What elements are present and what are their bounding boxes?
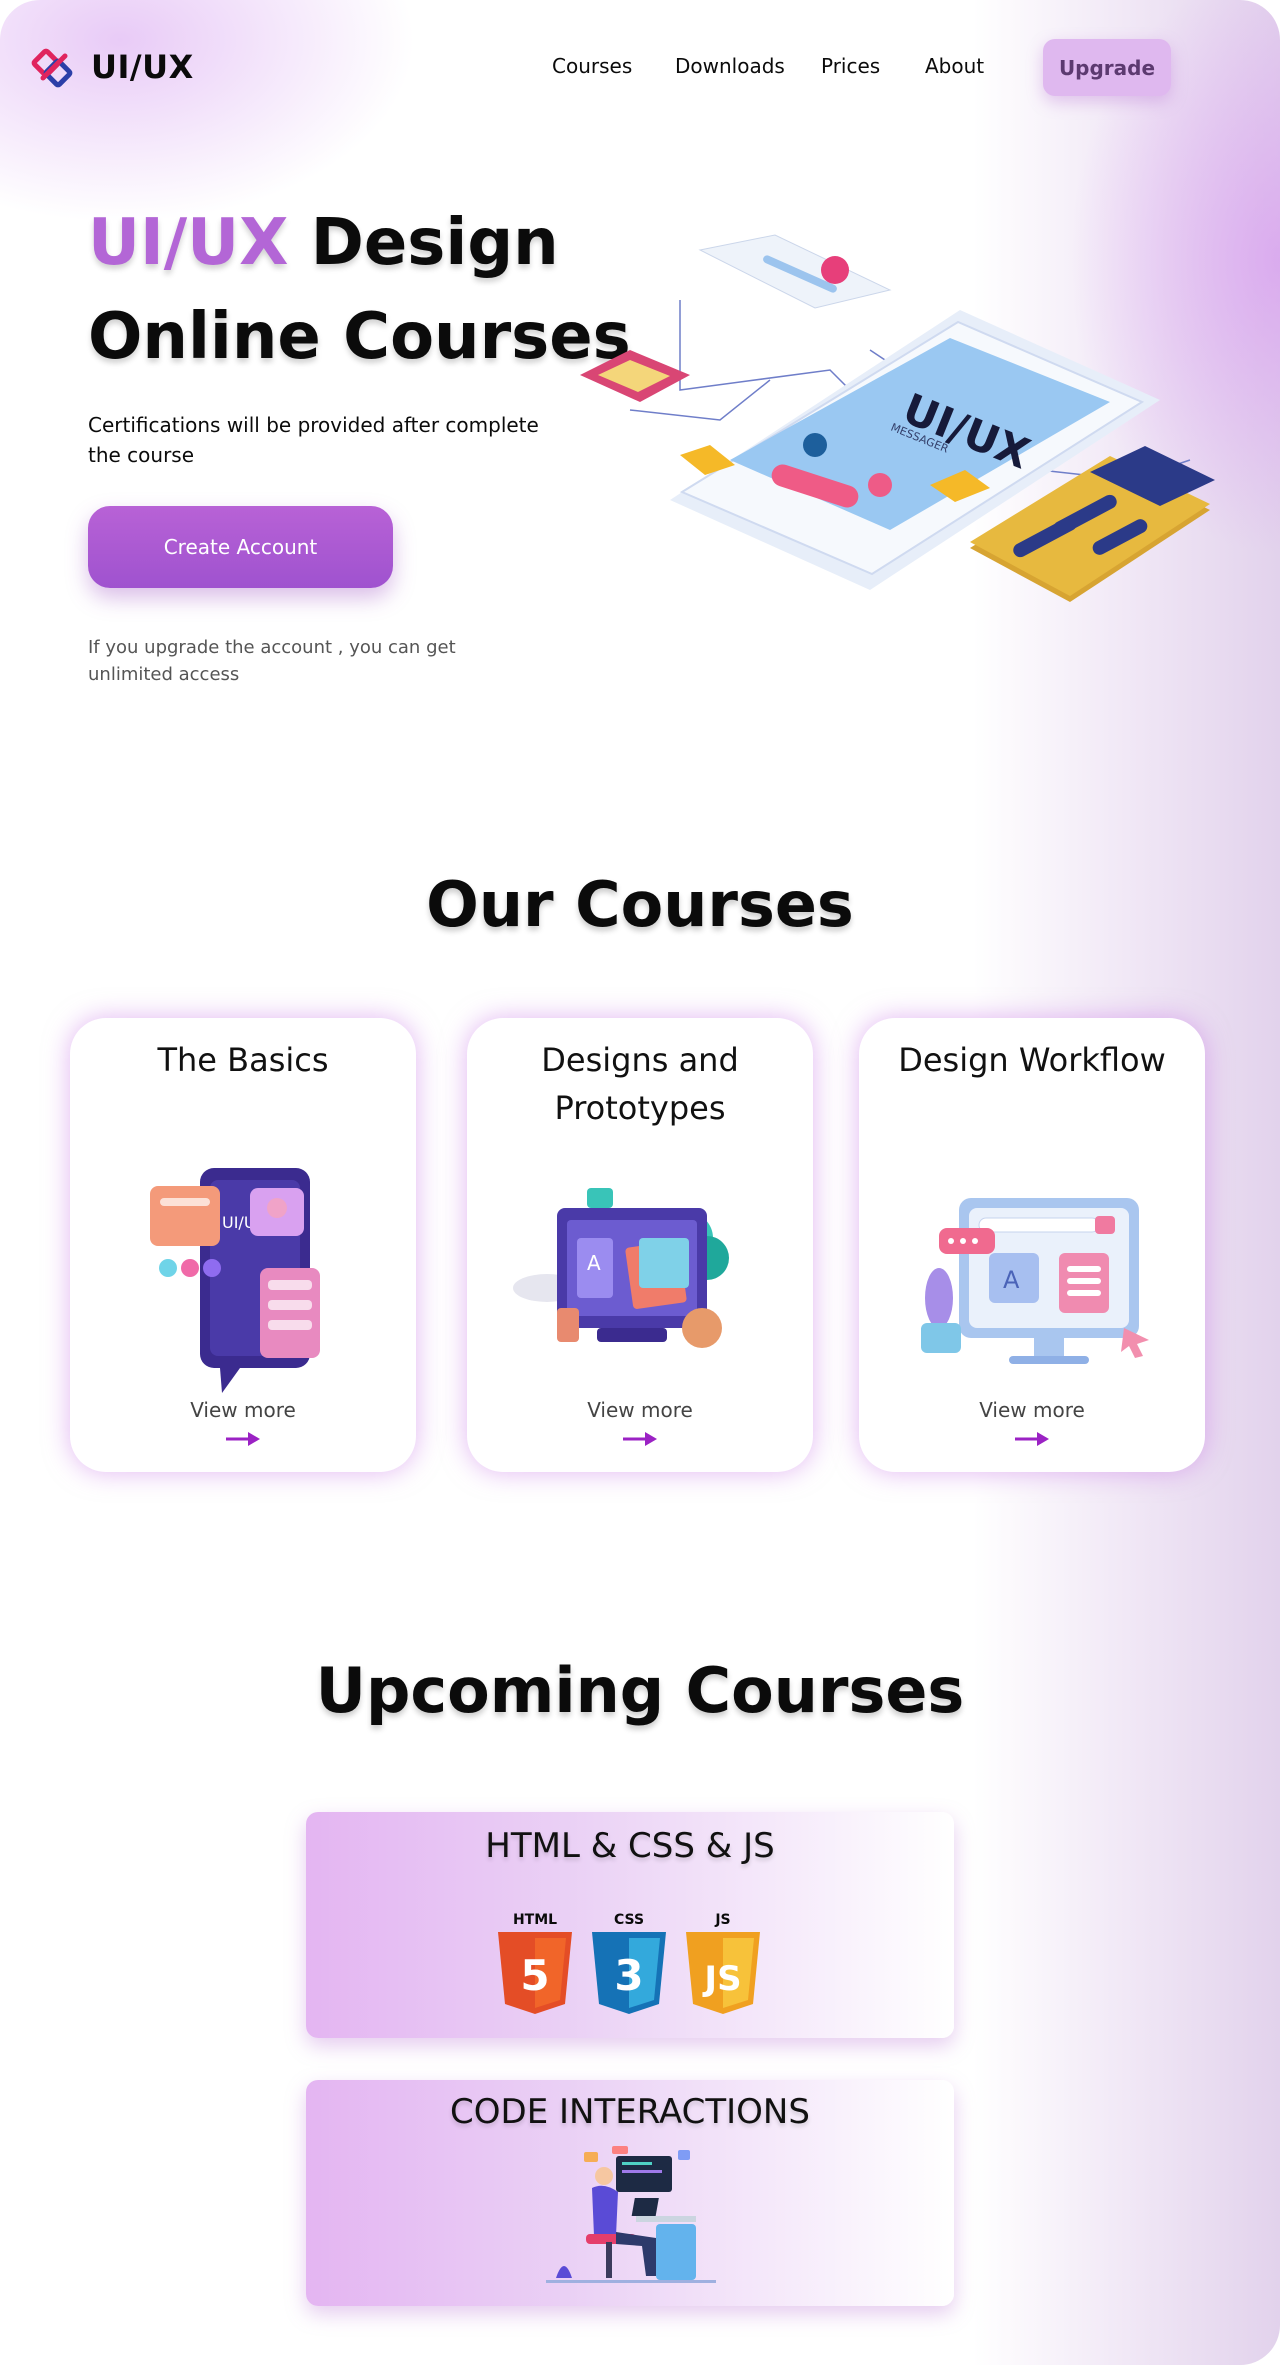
basics-illustration: UI/UX [150, 1168, 320, 1393]
create-account-button[interactable]: Create Account [88, 506, 393, 588]
course-card-basics[interactable]: The Basics UI/UX View more [70, 1018, 416, 1488]
upcoming-card-interactions[interactable]: CODE INTERACTIONS [306, 2080, 954, 2306]
hero-title-rest: Design [288, 206, 559, 280]
view-more-link[interactable]: View more [859, 1398, 1205, 1422]
js-label: JS [715, 1912, 731, 1928]
courses-heading: Our Courses [426, 868, 854, 941]
svg-text:JS: JS [702, 1959, 741, 1999]
svg-text:5: 5 [520, 1951, 549, 2000]
js-badge: JS JS [686, 1912, 760, 2018]
course-card-workflow[interactable]: Design Workflow A View more [859, 1018, 1205, 1488]
css-badge: CSS 3 [592, 1912, 666, 2018]
js-icon: JS [686, 1932, 760, 2014]
html-badge: HTML 5 [498, 1912, 572, 2018]
course-card-title: Designs and Prototypes [541, 1041, 739, 1127]
nav-courses[interactable]: Courses [552, 54, 632, 78]
font-a-icon: A [587, 1251, 601, 1275]
prototypes-illustration: A [513, 1188, 729, 1348]
arrow-right-icon[interactable] [226, 1432, 260, 1446]
logo-icon [31, 48, 73, 88]
nav-prices[interactable]: Prices [821, 54, 880, 78]
arrow-right-icon[interactable] [1015, 1432, 1049, 1446]
css-label: CSS [613, 1912, 645, 1928]
upcoming-heading: Upcoming Courses [315, 1654, 965, 1727]
coding-illustration [546, 2146, 716, 2283]
nav-about[interactable]: About [925, 54, 984, 78]
upcoming-card-title: CODE INTERACTIONS [450, 2092, 810, 2132]
hero-illustration: UI/UX MESSAGER [580, 234, 1215, 602]
hero-title: UI/UX Design Online Courses [88, 196, 631, 384]
course-card-title: Design Workflow [898, 1041, 1166, 1079]
workflow-illustration: A [921, 1198, 1149, 1364]
course-card-prototypes[interactable]: Designs and Prototypes A View more [467, 1018, 813, 1488]
course-card-title: The Basics [157, 1041, 329, 1079]
brand-name: UI/UX [91, 48, 194, 86]
hero-title-accent: UI/UX [88, 206, 289, 280]
upcoming-card-title: HTML & CSS & JS [485, 1826, 775, 1866]
upcoming-card-web[interactable]: HTML & CSS & JS HTML 5 CSS 3 JS JS [306, 1812, 954, 2038]
arrow-right-icon[interactable] [623, 1432, 657, 1446]
hero-subtitle: Certifications will be provided after co… [88, 413, 539, 467]
brand-logo[interactable]: UI/UX [31, 44, 194, 90]
svg-text:3: 3 [614, 1951, 643, 2000]
html-label: HTML [512, 1912, 558, 1928]
nav-downloads[interactable]: Downloads [675, 54, 785, 78]
page: UI/UX Courses Downloads Prices About Upg… [0, 0, 1280, 2365]
html5-icon: 5 [498, 1932, 572, 2014]
view-more-link[interactable]: View more [70, 1398, 416, 1422]
upgrade-button[interactable]: Upgrade [1043, 39, 1171, 96]
font-a-icon: A [1003, 1266, 1020, 1294]
view-more-link[interactable]: View more [467, 1398, 813, 1422]
hero-note: If you upgrade the account , you can get… [88, 637, 456, 685]
css3-icon: 3 [592, 1932, 666, 2014]
hero-title-line2: Online Courses [88, 300, 631, 374]
